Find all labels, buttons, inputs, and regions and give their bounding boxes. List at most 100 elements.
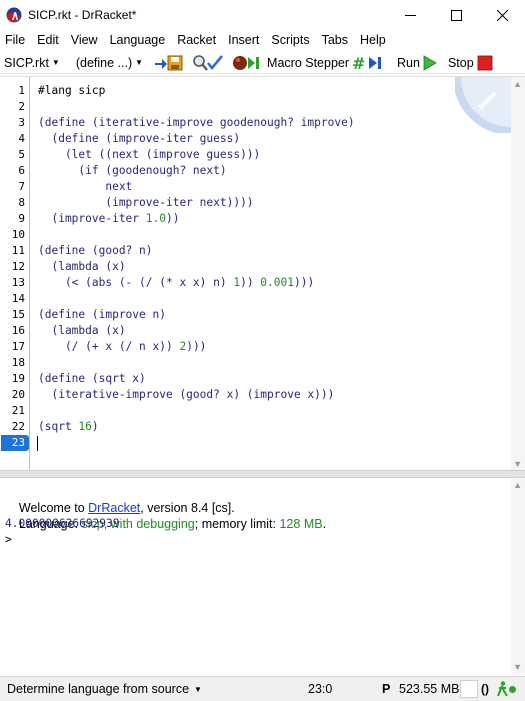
memory-usage[interactable]: 523.55 MB	[399, 682, 459, 696]
file-dropdown-label: SICP.rkt	[4, 55, 49, 70]
memory-limit: 128 MB	[279, 517, 323, 531]
chevron-down-icon: ▼	[135, 58, 144, 67]
minimize-icon	[404, 14, 416, 16]
debug-icon	[233, 55, 260, 70]
menu-edit[interactable]: Edit	[31, 30, 65, 50]
line-number: 12	[11, 260, 25, 273]
line-number: 14	[11, 292, 25, 305]
repl-scrollbar[interactable]: ▲ ▼	[511, 478, 525, 674]
code-token: (define (sqrt x)	[38, 372, 146, 385]
macro-stepper-label[interactable]: Macro Stepper	[267, 56, 349, 70]
language-selector-label: Determine language from source	[7, 682, 190, 696]
line-number: 17	[11, 340, 25, 353]
code-line[interactable]: (define (good? n)	[38, 243, 153, 259]
run-label[interactable]: Run	[397, 56, 420, 70]
maximize-button[interactable]	[433, 0, 479, 30]
code-token: 0.001	[260, 276, 294, 289]
code-line[interactable]: (define (sqrt x)	[38, 371, 146, 387]
running-man-icon[interactable]	[497, 681, 508, 698]
scroll-up-icon[interactable]: ▲	[513, 480, 522, 490]
menu-racket[interactable]: Racket	[171, 30, 222, 50]
line-number: 15	[11, 308, 25, 321]
code-line[interactable]: (define (iterative-improve goodenough? i…	[38, 115, 355, 131]
define-dropdown[interactable]: (define ...) ▼	[72, 52, 147, 74]
line-number: 23	[1, 435, 29, 451]
define-dropdown-label: (define ...)	[75, 55, 133, 70]
code-line[interactable]: (let ((next (improve guess)))	[38, 147, 260, 163]
code-token: (let ((next (improve guess)))	[38, 148, 261, 161]
menu-language[interactable]: Language	[104, 30, 172, 50]
play-icon	[423, 54, 437, 71]
debug-button[interactable]	[232, 54, 262, 72]
code-token: next	[38, 180, 133, 193]
definitions-editor[interactable]: 1 2 3 4 5 6 7 8 9 10 11 12 13 14 15 16 17 18 19 20 21 22 23 #l…	[0, 76, 525, 471]
code-line[interactable]: (< (abs (- (/ (* x x) n) 1)) 0.001)))	[38, 275, 314, 291]
save-button[interactable]	[154, 54, 184, 72]
code-line[interactable]: #lang sicp	[38, 83, 105, 99]
scroll-down-icon[interactable]: ▼	[513, 459, 522, 469]
repl-prompt[interactable]: >	[5, 532, 12, 548]
code-token: (/ (+ x (/ n x))	[38, 340, 180, 353]
line-number: 11	[11, 244, 25, 257]
magnifier-check-icon	[193, 54, 224, 71]
code-line[interactable]: (/ (+ x (/ n x)) 2)))	[38, 339, 206, 355]
code-line[interactable]: next	[38, 179, 132, 195]
language-line: Language: sicp, with debugging; memory l…	[5, 500, 326, 531]
line-number: 10	[11, 228, 25, 241]
line-number: 3	[18, 116, 25, 129]
menu-help[interactable]: Help	[354, 30, 392, 50]
menu-file[interactable]: File	[0, 30, 31, 50]
code-area[interactable]: #lang sicp (define (iterative-improve goo…	[38, 77, 511, 471]
code-token: (define (improve-iter guess)	[38, 132, 241, 145]
line-number: 1	[18, 84, 25, 97]
cursor-position: 23:0	[308, 682, 333, 696]
language-mid: ; memory limit:	[194, 517, 280, 531]
line-number: 7	[18, 180, 25, 193]
minimize-button[interactable]	[387, 0, 433, 30]
code-token: (improve-iter next))))	[38, 196, 254, 209]
line-number: 21	[11, 404, 25, 417]
code-token: (define (iterative-improve goodenough? i…	[38, 116, 355, 129]
code-token: (lambda (x)	[38, 260, 126, 273]
line-number: 6	[18, 164, 25, 177]
line-number: 5	[18, 148, 25, 161]
code-line[interactable]: (lambda (x)	[38, 259, 126, 275]
run-button[interactable]	[423, 54, 437, 72]
code-line[interactable]: (lambda (x)	[38, 323, 125, 339]
menu-tabs[interactable]: Tabs	[316, 30, 354, 50]
code-line[interactable]: (sqrt 16)	[38, 419, 99, 435]
drracket-logo-icon	[6, 7, 22, 23]
scroll-down-icon[interactable]: ▼	[513, 662, 522, 672]
scroll-up-icon[interactable]: ▲	[513, 79, 522, 89]
code-line[interactable]: (define (improve-iter guess)	[38, 131, 240, 147]
stop-label[interactable]: Stop	[448, 56, 474, 70]
status-bar: Determine language from source ▼ 23:0 P …	[0, 676, 525, 701]
menu-view[interactable]: View	[65, 30, 104, 50]
status-light-icon	[509, 686, 516, 693]
editor-scrollbar[interactable]: ▲ ▼	[511, 77, 525, 471]
code-line[interactable]: (define (improve n)	[38, 307, 166, 323]
line-number: 16	[11, 324, 25, 337]
close-button[interactable]	[479, 0, 525, 30]
code-line[interactable]: (improve-iter 1.0))	[38, 211, 179, 227]
code-token: (improve-iter	[38, 212, 146, 225]
line-number: 9	[18, 212, 25, 225]
code-token: 1.0	[145, 212, 166, 225]
repl-output: 4.000000636692939	[5, 517, 120, 530]
interactions-pane[interactable]: Welcome to DrRacket, version 8.4 [cs]. L…	[0, 478, 525, 674]
code-line[interactable]: (iterative-improve (good? x) (improve x)…	[38, 387, 334, 403]
code-line[interactable]: (if (goodenough? next)	[38, 163, 226, 179]
language-selector[interactable]: Determine language from source ▼	[7, 682, 202, 696]
menu-insert[interactable]: Insert	[222, 30, 265, 50]
stop-button[interactable]	[477, 54, 493, 72]
file-dropdown[interactable]: SICP.rkt ▼	[0, 52, 64, 74]
paren-indicator: ()	[481, 682, 489, 696]
pane-splitter[interactable]	[0, 470, 525, 478]
menu-scripts[interactable]: Scripts	[265, 30, 315, 50]
close-icon	[496, 9, 508, 21]
code-line[interactable]: (improve-iter next))))	[38, 195, 254, 211]
line-number: 4	[18, 132, 25, 145]
check-syntax-button[interactable]	[192, 54, 224, 72]
code-token: )))	[293, 276, 315, 289]
macro-stepper-button[interactable]: # '	[352, 54, 386, 72]
